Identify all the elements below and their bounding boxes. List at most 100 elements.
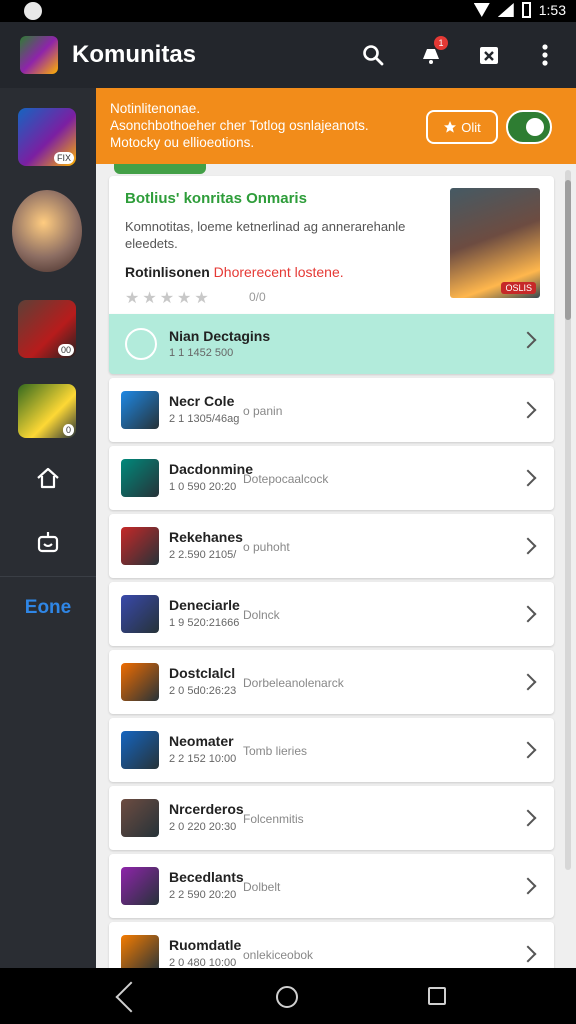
recents-icon[interactable] (428, 987, 446, 1005)
sidebar-divider (0, 576, 96, 577)
sidebar-game-3[interactable]: 00 (18, 300, 76, 358)
list-item[interactable]: Neomater 2 2 152 10:00 Tomb lieries (109, 718, 554, 782)
list-item[interactable]: Dostclalcl 2 0 5d0:26:23 Dorbeleanolenarck (109, 650, 554, 714)
game-icon (121, 527, 159, 565)
chevron-right-icon (519, 605, 537, 623)
list-item-meta: 2 2 152 10:00 (169, 753, 237, 765)
list-item[interactable]: Deneciarle 1 9 520:21666 Dolnck (109, 582, 554, 646)
list-item-desc: onlekiceobok (243, 948, 314, 962)
scrollbar[interactable] (565, 170, 571, 870)
feature-card[interactable]: Botlius' konritas Onmaris Komnotitas, lo… (109, 176, 554, 314)
list-item-title: Nrcerderos (169, 801, 244, 817)
list-item-desc: Dotepocaalcock (243, 472, 329, 486)
rating-stars: ★★★★★ (125, 290, 212, 307)
sidebar-bot-button[interactable] (34, 528, 62, 556)
banner-toggle[interactable] (506, 110, 552, 144)
chevron-right-icon (519, 673, 537, 691)
app-bar: Komunitas 1 (0, 22, 576, 88)
highlight-row[interactable]: Nian Dectagins 1 1 1452 500 (109, 314, 554, 374)
game-icon (121, 867, 159, 905)
list-item[interactable]: Dacdonmine 1 0 590 20:20 Dotepocaalcock (109, 446, 554, 510)
list-item-desc: Dolnck (243, 608, 280, 622)
sidebar-home-button[interactable] (34, 464, 62, 492)
signal-icon (497, 3, 514, 17)
search-button[interactable] (356, 38, 390, 72)
list-item-meta: 2 0 220 20:30 (169, 821, 237, 833)
banner-button[interactable]: Olit (426, 110, 498, 144)
wifi-icon (473, 3, 490, 17)
star-icon (444, 121, 457, 133)
game-icon (121, 595, 159, 633)
back-icon[interactable] (115, 981, 147, 1013)
banner-title: Notinlitenonae. (110, 101, 201, 116)
sidebar-game-2[interactable] (12, 190, 82, 272)
content-panel: Notinlitenonae. Asonchbothoeher cher Tot… (96, 88, 576, 968)
rating-value: 0/0 (249, 290, 266, 304)
highlight-meta: 1 1 1452 500 (169, 347, 234, 359)
list-item[interactable]: Ruomdatle 2 0 480 10:00 onlekiceobok (109, 922, 554, 968)
list-item-title: Rekehanes (169, 529, 243, 545)
list-item-desc: Folcenmitis (243, 812, 304, 826)
list-item[interactable]: Nrcerderos 2 0 220 20:30 Folcenmitis (109, 786, 554, 850)
home-nav-icon[interactable] (276, 986, 298, 1008)
list-item-desc: o panin (243, 404, 283, 418)
game-icon (121, 663, 159, 701)
battery-icon (521, 2, 531, 18)
home-icon (37, 467, 59, 489)
list-item[interactable]: Becedlants 2 2 590 20:20 Dolbelt (109, 854, 554, 918)
status-time: 1:53 (538, 2, 566, 18)
link-icon (125, 328, 157, 360)
list-item-title: Ruomdatle (169, 937, 242, 953)
green-tab-indicator (114, 164, 206, 174)
promo-banner: Notinlitenonae. Asonchbothoeher cher Tot… (96, 88, 576, 164)
status-bar: 1:53 (0, 0, 576, 22)
chevron-right-icon (519, 469, 537, 487)
chevron-right-icon (519, 401, 537, 419)
list-item[interactable]: Rekehanes 2 2.590 2105/o puhoht (109, 514, 554, 578)
chevron-right-icon (519, 809, 537, 827)
feature-image-badge: OSLIS (501, 282, 536, 294)
list-item-meta: 2 0 5d0:26:23 (169, 685, 237, 697)
game-icon (121, 935, 159, 968)
sidebar-label[interactable]: Eone (0, 597, 96, 619)
list-item-meta: 1 0 590 20:20 (169, 481, 237, 493)
game-icon (121, 731, 159, 769)
list-item-title: Dacdonmine (169, 461, 254, 477)
notifications-button[interactable]: 1 (414, 36, 448, 72)
chevron-right-icon (519, 741, 537, 759)
app-logo (20, 36, 58, 74)
sidebar: FIX 00 0 Eone (0, 88, 96, 968)
feature-image: OSLIS (450, 188, 540, 298)
chevron-right-icon (519, 331, 537, 349)
list-item-desc: Tomb lieries (243, 744, 308, 758)
game-icon (121, 799, 159, 837)
list-item[interactable]: Necr Cole 2 1 1305/46ag o panin (109, 378, 554, 442)
sidebar-thumb-badge: 0 (62, 424, 74, 436)
notification-badge: 1 (434, 36, 448, 50)
clipboard-button[interactable] (472, 38, 506, 72)
feature-sub: Rotinlisonen Dhorerecent lostene. (125, 264, 344, 280)
system-nav-bar (0, 968, 576, 1024)
list-item-desc: Dolbelt (243, 880, 281, 894)
banner-button-label: Olit (461, 119, 481, 135)
feature-sub-warn: Dhorerecent lostene. (213, 264, 344, 280)
sidebar-game-4[interactable]: 0 (18, 384, 76, 438)
more-options-button[interactable] (528, 38, 562, 72)
list-item-desc: Dorbeleanolenarck (243, 676, 344, 690)
clipboard-icon (480, 47, 498, 64)
list-item-title: Dostclalcl (169, 665, 236, 681)
sidebar-game-1[interactable]: FIX (18, 108, 76, 166)
game-icon (121, 391, 159, 429)
chevron-right-icon (519, 537, 537, 555)
search-icon (363, 45, 384, 66)
feature-sub-label: Rotinlisonen (125, 264, 210, 280)
banner-body: Asonchbothoeher cher Totlog osnlajeanots… (110, 118, 369, 150)
list-item-meta: 2 0 480 10:00 (169, 957, 237, 968)
game-icon (121, 459, 159, 497)
app-title: Komunitas (72, 41, 197, 68)
community-list: Necr Cole 2 1 1305/46ag o panin Dacdonmine 1… (109, 378, 554, 968)
feature-title: Botlius' konritas Onmaris (125, 190, 307, 207)
list-item-desc: o puhoht (243, 540, 290, 554)
banner-text: Notinlitenonae. Asonchbothoeher cher Tot… (110, 100, 420, 151)
list-item-meta: 1 9 520:21666 (169, 617, 240, 629)
